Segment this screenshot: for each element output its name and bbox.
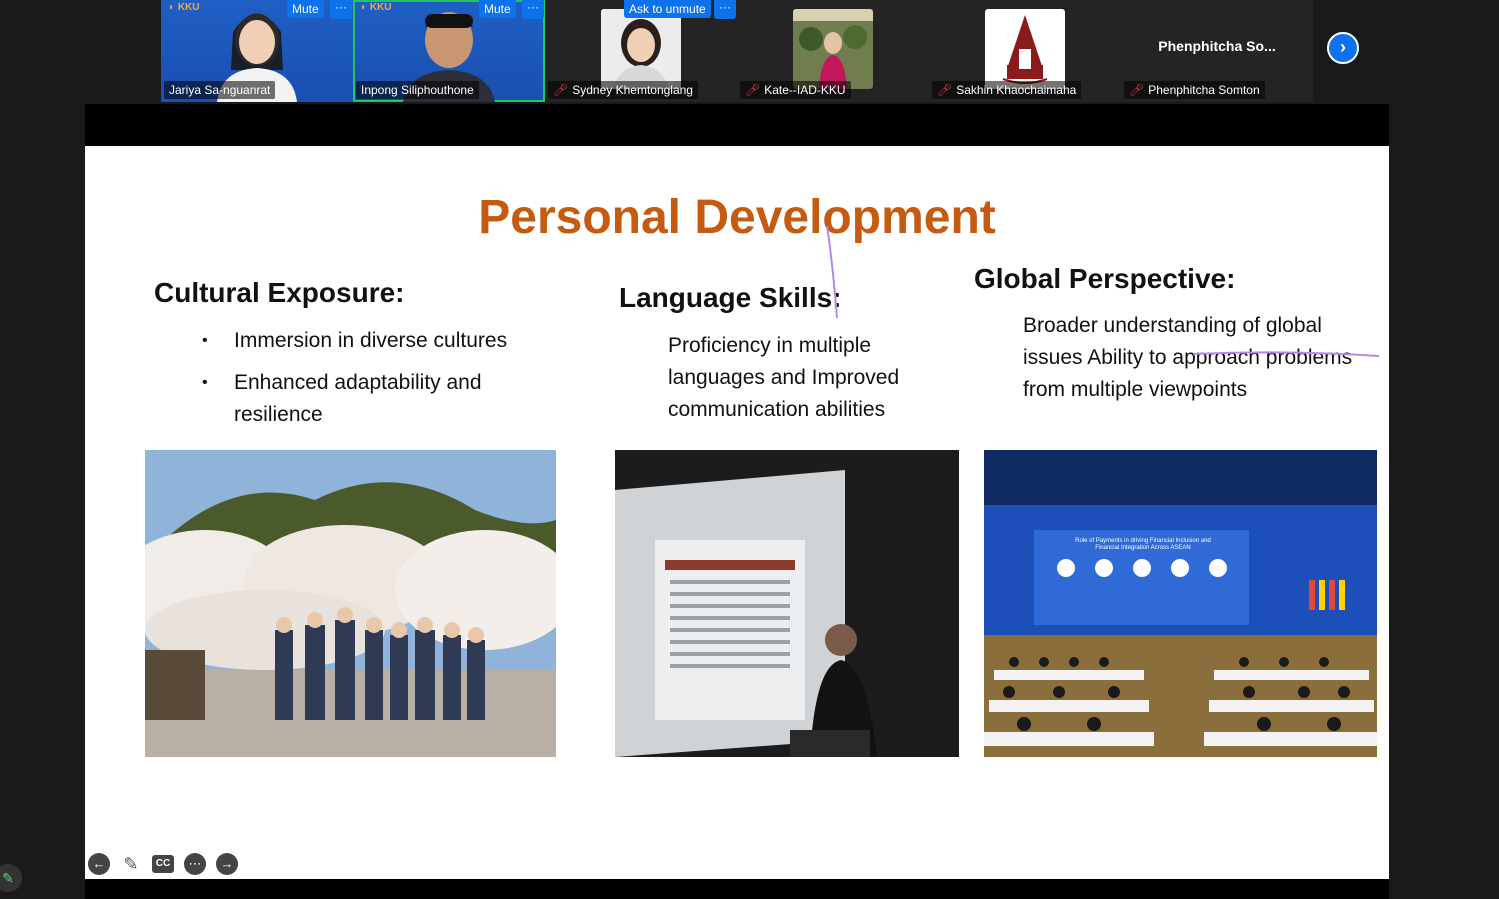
banner-text: Role of Payments in driving Financial In… xyxy=(1075,538,1211,551)
participant-avatar xyxy=(985,9,1065,89)
participant-name: 🎤︎ Phenphitcha Somton xyxy=(1124,81,1265,99)
share-footer-bar xyxy=(85,879,1389,899)
chevron-right-icon: › xyxy=(1340,37,1346,57)
mute-button[interactable]: Mute xyxy=(479,0,516,18)
mic-off-icon: 🎤︎ xyxy=(1129,83,1145,97)
avatar-image xyxy=(601,9,681,89)
participant-name: 🎤︎ Kate--IAD-KKU xyxy=(740,81,851,99)
photo-cultural-exposure xyxy=(145,450,556,757)
participant-tile[interactable]: Phenphitcha So... 🎤︎ Phenphitcha Somton xyxy=(1121,0,1313,102)
ask-to-unmute-button[interactable]: Ask to unmute xyxy=(624,0,711,18)
participant-avatar xyxy=(793,9,873,89)
column-text: Broader understanding of global issues A… xyxy=(1023,314,1353,401)
participant-name: Jariya Sa-nguanrat xyxy=(164,81,276,99)
photo-global-perspective: Role of Payments in driving Financial In… xyxy=(984,450,1377,757)
photo-image xyxy=(984,450,1377,757)
participant-tile[interactable]: 🎤︎ Kate--IAD-KKU xyxy=(737,0,929,102)
mic-off-icon: 🎤︎ xyxy=(745,83,761,97)
shared-slide: Personal Development Cultural Exposure: … xyxy=(85,146,1389,879)
more-options-button[interactable]: ··· xyxy=(522,0,544,19)
bullet-item: Enhanced adaptability and resilience xyxy=(202,367,574,431)
participant-name: Inpong Siliphouthone xyxy=(356,81,479,99)
participant-tile-active-speaker[interactable]: ◐ KKU Mute ··· Inpong Siliphouthone xyxy=(353,0,545,102)
participant-tile[interactable]: 🎤︎ Sakhin Khaochaimaha xyxy=(929,0,1121,102)
photo-image xyxy=(615,450,959,757)
participant-name: 🎤︎ Sydney Khemtonglang xyxy=(548,81,698,99)
cc-icon[interactable]: CC xyxy=(152,855,174,873)
slide-toolbar: ← ✎ CC ⋯ → xyxy=(88,853,238,875)
university-logo xyxy=(985,9,1065,89)
participant-tile[interactable]: Ask to unmute ··· 🎤︎ Sydney Khemtonglang xyxy=(545,0,737,102)
participant-name: 🎤︎ Sakhin Khaochaimaha xyxy=(932,81,1082,99)
photo-image xyxy=(145,450,556,757)
avatar-image xyxy=(793,9,873,89)
participant-avatar xyxy=(601,9,681,89)
more-options-button[interactable]: ··· xyxy=(714,0,736,19)
column-heading: Cultural Exposure: xyxy=(154,277,405,308)
more-icon[interactable]: ⋯ xyxy=(184,853,206,875)
pen-icon[interactable]: ✎ xyxy=(120,853,142,875)
bullet-item: Immersion in diverse cultures xyxy=(202,325,574,357)
mic-off-icon: 🎤︎ xyxy=(553,83,569,97)
participant-display-name: Phenphitcha So... xyxy=(1158,38,1276,54)
column-heading: Language Skills: xyxy=(619,282,842,313)
mute-button[interactable]: Mute xyxy=(287,0,324,18)
arrow-left-icon[interactable]: ← xyxy=(88,853,110,875)
share-header-bar xyxy=(85,104,1389,146)
photo-language-skills xyxy=(615,450,959,757)
arrow-right-icon[interactable]: → xyxy=(216,853,238,875)
mic-off-icon: 🎤︎ xyxy=(937,83,953,97)
annotate-pencil-icon[interactable]: ✎ xyxy=(0,864,22,892)
more-options-button[interactable]: ··· xyxy=(330,0,352,19)
participant-tile[interactable]: ◐ KKU Mute ··· Jariya Sa-nguanrat xyxy=(161,0,353,102)
next-page-button[interactable]: › xyxy=(1327,32,1359,64)
bullet-list: Immersion in diverse cultures Enhanced a… xyxy=(202,325,574,441)
column-heading: Global Perspective: xyxy=(974,263,1236,294)
slide-title: Personal Development xyxy=(478,191,996,244)
column-text: Proficiency in multiple languages and Im… xyxy=(668,334,900,421)
participant-strip: ◐ KKU Mute ··· Jariya Sa-nguanrat ◐ KKU … xyxy=(161,0,1313,102)
